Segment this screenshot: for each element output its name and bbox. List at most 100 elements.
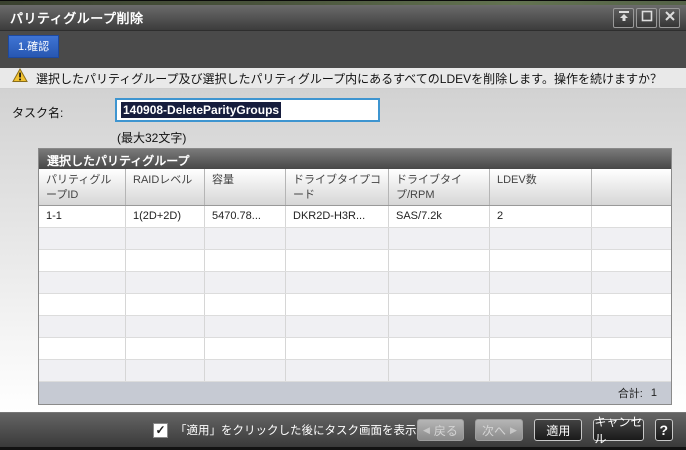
empty-cell [126,250,205,271]
apply-button-label: 適用 [546,423,571,438]
show-task-screen-label: 「適用」をクリックした後にタスク画面を表示 [175,425,417,437]
empty-cell [286,360,389,381]
warning-message: 選択したパリティグループ及び選択したパリティグループ内にあるすべてのLDEVを削… [36,71,662,86]
empty-cell [205,250,286,271]
task-name-hint: (最大32文字) [117,131,187,145]
empty-cell [592,250,671,271]
empty-cell [389,228,490,249]
table-empty-row [39,272,671,294]
empty-cell [592,316,671,337]
task-name-input[interactable]: 140908-DeleteParityGroups [115,98,380,122]
table-row[interactable]: 1-1 1(2D+2D) 5470.78... DKR2D-H3R... SAS… [39,206,671,228]
empty-cell [39,272,126,293]
dialog-title: パリティグループ削除 [10,11,144,26]
warning-icon [12,67,28,88]
column-header-parity-group-id[interactable]: パリティグループID [39,169,126,205]
column-header-capacity[interactable]: 容量 [205,169,286,205]
empty-cell [592,272,671,293]
table-empty-row [39,338,671,360]
column-header-raid-level[interactable]: RAIDレベル [126,169,205,205]
show-task-screen-option: ✓ 「適用」をクリックした後にタスク画面を表示 [153,422,417,438]
empty-cell [286,272,389,293]
empty-cell [286,338,389,359]
empty-cell [126,360,205,381]
show-task-screen-checkbox[interactable]: ✓ [153,422,168,438]
empty-cell [126,294,205,315]
total-value: 1 [650,387,657,399]
empty-cell [592,294,671,315]
cell-spacer [592,206,671,227]
total-label: 合計: [617,388,643,400]
help-button-label: ? [659,422,669,438]
empty-cell [286,228,389,249]
empty-cell [389,360,490,381]
dialog-footer-bar: ✓ 「適用」をクリックした後にタスク画面を表示 ◀ 戻る 次へ ▶ 適用 キャン… [0,412,686,447]
column-header-ldev-count[interactable]: LDEV数 [490,169,592,205]
column-header-drive-type-rpm[interactable]: ドライブタイプ/RPM [389,169,490,205]
empty-cell [490,250,592,271]
apply-button[interactable]: 適用 [534,419,583,441]
empty-cell [126,338,205,359]
empty-cell [205,272,286,293]
cell-capacity: 5470.78... [205,206,286,227]
rollup-icon [618,9,630,27]
empty-cell [205,360,286,381]
maximize-icon [641,9,653,27]
empty-cell [39,294,126,315]
window-controls [613,7,686,28]
wizard-step-bar: 1.確認 [0,31,686,68]
cell-drive-type-rpm: SAS/7.2k [389,206,490,227]
empty-cell [389,272,490,293]
close-window-button[interactable] [659,7,680,28]
empty-cell [39,338,126,359]
column-header-drive-type-code[interactable]: ドライブタイプコード [286,169,389,205]
selected-parity-groups-table: 選択したパリティグループ パリティグループID RAIDレベル 容量 ドライブタ… [38,148,672,405]
table-empty-row [39,228,671,250]
cancel-button[interactable]: キャンセル [593,415,644,446]
cancel-button-label: キャンセル [594,415,643,446]
table-empty-row [39,294,671,316]
tab-confirm[interactable]: 1.確認 [8,35,60,58]
empty-cell [389,294,490,315]
table-empty-row [39,360,671,382]
next-button-label: 次へ [481,423,506,438]
warning-banner: 選択したパリティグループ及び選択したパリティグループ内にあるすべてのLDEVを削… [0,67,686,89]
empty-cell [490,338,592,359]
empty-cell [286,294,389,315]
cell-parity-group-id: 1-1 [39,206,126,227]
empty-cell [592,338,671,359]
column-header-spacer [592,169,671,205]
checkmark-icon: ✓ [155,423,166,437]
empty-cell [490,360,592,381]
table-empty-rows [39,228,671,382]
empty-cell [490,272,592,293]
empty-cell [592,360,671,381]
close-icon [664,9,676,27]
maximize-window-button[interactable] [636,7,657,28]
next-arrow-icon: ▶ [509,424,517,435]
next-button[interactable]: 次へ ▶ [475,419,524,441]
empty-cell [286,250,389,271]
back-arrow-icon: ◀ [423,424,430,435]
empty-cell [490,228,592,249]
empty-cell [205,316,286,337]
help-button[interactable]: ? [654,419,673,441]
empty-cell [39,360,126,381]
back-button-label: 戻る [433,423,458,438]
table-empty-row [39,316,671,338]
empty-cell [205,338,286,359]
empty-cell [39,228,126,249]
empty-cell [205,228,286,249]
empty-cell [205,294,286,315]
back-button[interactable]: ◀ 戻る [416,419,465,441]
empty-cell [126,272,205,293]
empty-cell [126,228,205,249]
empty-cell [490,294,592,315]
empty-cell [592,228,671,249]
cell-ldev-count: 2 [490,206,592,227]
task-name-label: タスク名: [12,106,64,120]
table-footer: 合計: 1 [39,382,671,404]
task-name-value: 140908-DeleteParityGroups [121,102,282,118]
rollup-window-button[interactable] [613,7,634,28]
empty-cell [389,338,490,359]
